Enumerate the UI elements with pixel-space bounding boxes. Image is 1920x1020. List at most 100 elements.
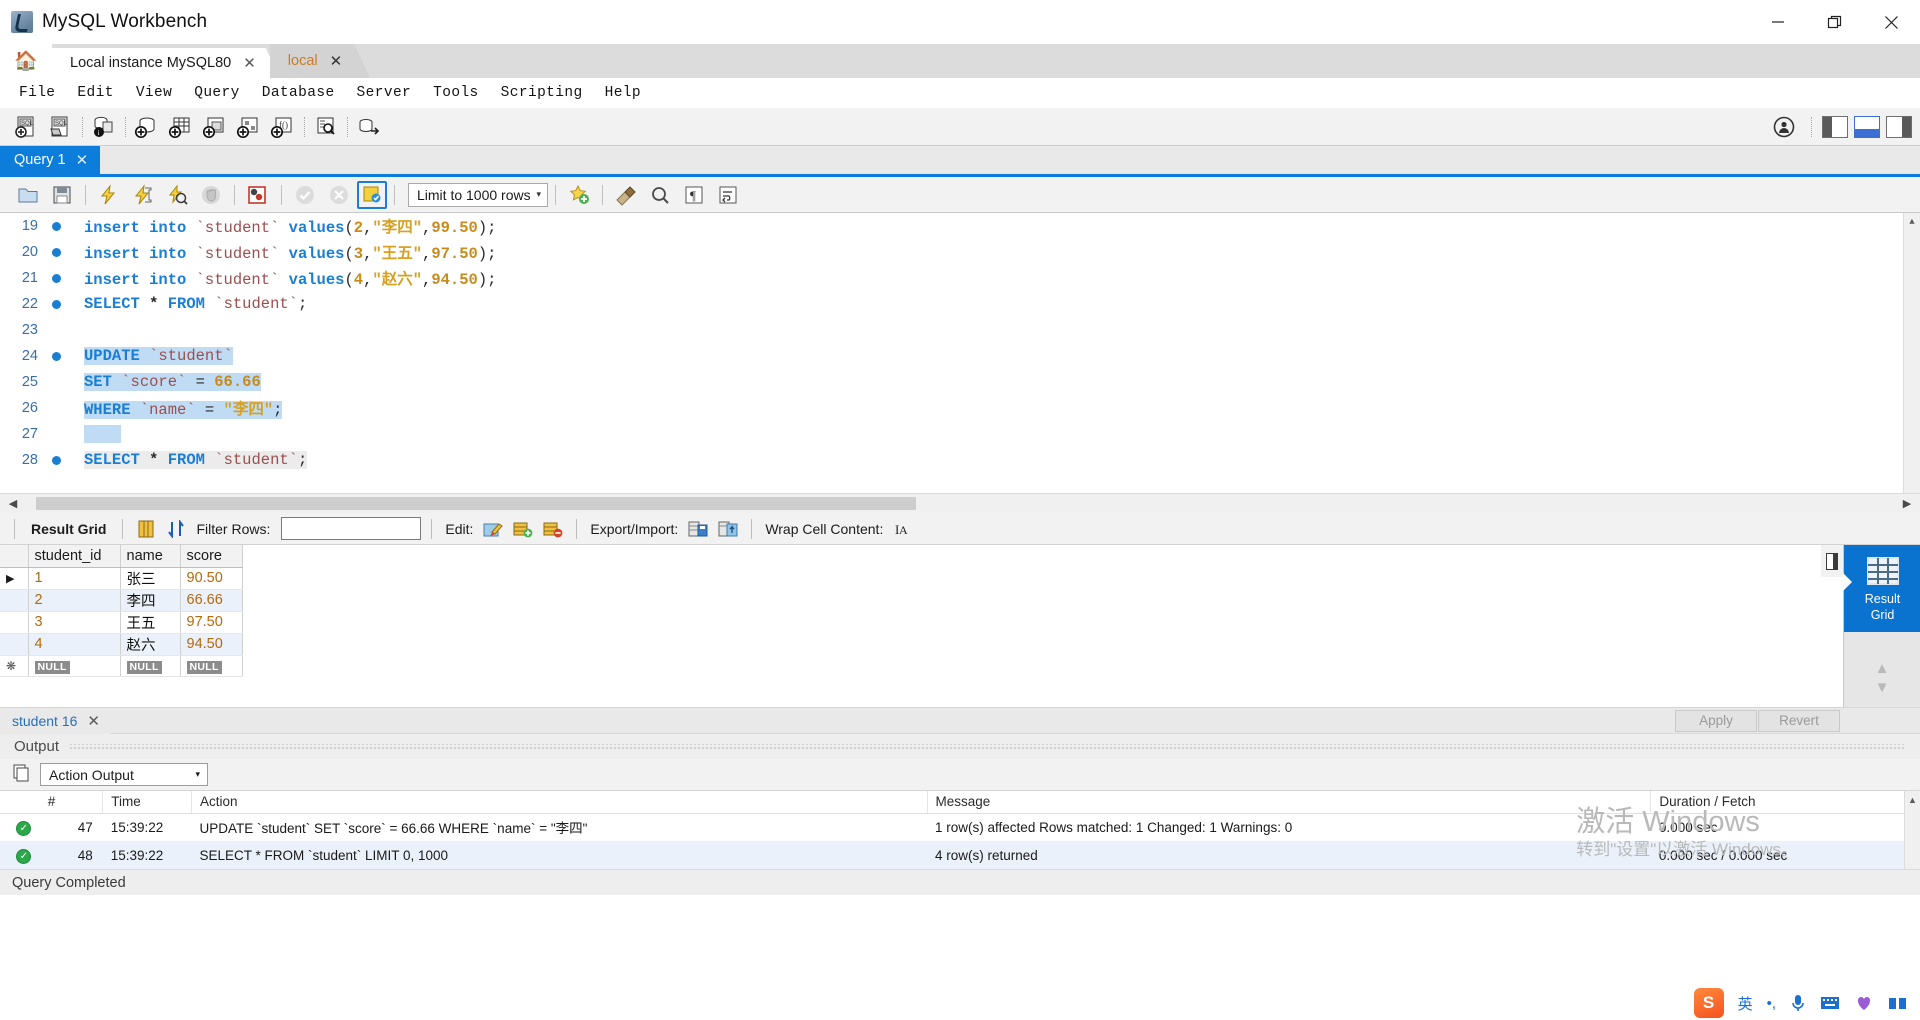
refresh-icon[interactable] [163, 517, 189, 541]
close-icon[interactable]: ✕ [76, 151, 89, 169]
grid-view-icon[interactable] [133, 517, 159, 541]
menu-file[interactable]: File [8, 82, 66, 104]
ime-language-icon[interactable]: 英 [1738, 993, 1753, 1014]
collapse-sidebar-button[interactable] [1821, 545, 1843, 577]
close-icon[interactable]: ✕ [243, 54, 256, 72]
app-tab-local-instance[interactable]: Local instance MySQL80 ✕ [52, 48, 280, 78]
editor-line[interactable]: 24 UPDATE `student` [0, 343, 1920, 369]
app-tab-local[interactable]: local ✕ [270, 44, 370, 78]
ime-punctuation-icon[interactable]: •, [1767, 995, 1776, 1012]
cell-score[interactable]: 66.66 [180, 589, 243, 612]
cell-student-id[interactable]: 4 [28, 633, 121, 656]
grid-col-score[interactable]: score [180, 545, 243, 568]
menu-database[interactable]: Database [251, 82, 346, 104]
side-panel-scroll-arrows[interactable]: ▲ ▼ [1844, 660, 1920, 696]
editor-line[interactable]: 22 SELECT * FROM `student`; [0, 291, 1920, 317]
editor-line[interactable]: 25 SET `score` = 66.66 [0, 369, 1920, 395]
insert-row-icon[interactable] [510, 517, 536, 541]
editor-line[interactable]: 20 insert into `student` values(3,"王五",97… [0, 239, 1920, 265]
people-icon[interactable] [1888, 995, 1908, 1011]
new-row[interactable]: ❋ NULL NULL NULL [0, 655, 243, 677]
cell-score-null[interactable]: NULL [180, 655, 243, 677]
home-tab[interactable]: 🏠 [0, 44, 52, 78]
heart-icon[interactable] [1854, 994, 1874, 1012]
editor-line[interactable]: 27 [0, 421, 1920, 447]
menu-server[interactable]: Server [346, 82, 423, 104]
table-row[interactable]: ▶ 1 张三 90.50 [0, 567, 243, 590]
editor-line[interactable]: 26 WHERE `name` = "李四"; [0, 395, 1920, 421]
chevron-down-icon[interactable]: ▼ [1875, 679, 1890, 696]
open-file-icon[interactable] [12, 181, 44, 209]
scroll-left-icon[interactable]: ◀ [0, 497, 26, 510]
toggle-invisible-chars-icon[interactable]: ¶ [678, 181, 710, 209]
scroll-right-icon[interactable]: ▶ [1894, 497, 1920, 510]
toggle-bottom-panel-button[interactable] [1854, 116, 1880, 138]
menu-tools[interactable]: Tools [422, 82, 490, 104]
cell-name[interactable]: 王五 [120, 611, 181, 634]
menu-help[interactable]: Help [594, 82, 652, 104]
cell-student-id[interactable]: 1 [28, 567, 121, 590]
table-row[interactable]: 3 王五 97.50 [0, 611, 243, 634]
cell-score[interactable]: 90.50 [180, 567, 243, 590]
new-sql-tab-icon[interactable]: SQL [10, 112, 44, 142]
save-file-icon[interactable] [46, 181, 78, 209]
toggle-autocommit-icon[interactable] [357, 180, 387, 209]
chevron-up-icon[interactable]: ▲ [1875, 660, 1890, 677]
revert-button[interactable]: Revert [1758, 709, 1840, 732]
query-tab-query1[interactable]: Query 1 ✕ [0, 146, 101, 174]
cell-student-id-null[interactable]: NULL [28, 655, 121, 677]
toggle-left-panel-button[interactable] [1822, 116, 1848, 138]
export-recordset-icon[interactable] [685, 517, 711, 541]
cell-name-null[interactable]: NULL [120, 655, 181, 677]
menu-view[interactable]: View [125, 82, 183, 104]
find-icon[interactable] [644, 181, 676, 209]
cell-score[interactable]: 97.50 [180, 611, 243, 634]
output-vertical-scrollbar[interactable]: ▲ [1904, 791, 1920, 869]
table-row[interactable]: 2 李四 66.66 [0, 589, 243, 612]
wrap-lines-icon[interactable] [712, 181, 744, 209]
cell-name[interactable]: 李四 [120, 589, 181, 612]
account-icon[interactable] [1767, 112, 1801, 142]
copy-icon[interactable] [12, 763, 32, 787]
grid-col-name[interactable]: name [120, 545, 181, 568]
toggle-right-panel-button[interactable] [1886, 116, 1912, 138]
grid-col-student-id[interactable]: student_id [28, 545, 121, 568]
execute-current-statement-icon[interactable] [127, 181, 159, 209]
keyboard-icon[interactable] [1820, 995, 1840, 1011]
cell-name[interactable]: 赵六 [120, 633, 181, 656]
output-type-select[interactable]: Action Output ▾ [40, 763, 208, 786]
open-sql-script-icon[interactable]: SQL [44, 112, 78, 142]
output-row[interactable]: ✓ 47 15:39:22 UPDATE `student` SET `score` … [0, 813, 1920, 841]
reconnect-dbms-icon[interactable] [352, 112, 386, 142]
beautify-sql-icon[interactable] [563, 181, 595, 209]
cell-name[interactable]: 张三 [120, 567, 181, 590]
new-table-icon[interactable] [164, 112, 198, 142]
menu-query[interactable]: Query [183, 82, 251, 104]
scroll-up-icon[interactable]: ▲ [1905, 791, 1920, 808]
cell-score[interactable]: 94.50 [180, 633, 243, 656]
output-row[interactable]: ✓ 48 15:39:22 SELECT * FROM `student` LIMIT… [0, 841, 1920, 869]
table-row[interactable]: 4 赵六 94.50 [0, 633, 243, 656]
cell-student-id[interactable]: 2 [28, 589, 121, 612]
sql-editor[interactable]: 19 insert into `student` values(2,"李四",99… [0, 213, 1920, 493]
wrap-cell-icon[interactable]: IA [890, 517, 916, 541]
editor-horizontal-scrollbar[interactable]: ◀ ▶ [0, 493, 1920, 513]
search-icon[interactable] [309, 112, 343, 142]
chevron-down-icon[interactable]: ▾ [195, 769, 200, 780]
editor-line[interactable]: 28 SELECT * FROM `student`; [0, 447, 1920, 473]
new-view-icon[interactable] [198, 112, 232, 142]
import-recordset-icon[interactable] [715, 517, 741, 541]
server-status-icon[interactable]: i [87, 112, 121, 142]
toggle-stop-on-error-icon[interactable] [242, 181, 274, 209]
editor-line[interactable]: 23 [0, 317, 1920, 343]
resultset-tab-student16[interactable]: student 16 ✕ [0, 707, 110, 734]
hscroll-thumb[interactable] [36, 497, 916, 510]
editor-line[interactable]: 21 insert into `student` values(4,"赵六",94… [0, 265, 1920, 291]
row-limit-dropdown[interactable]: Limit to 1000 rows ▾ [408, 182, 548, 207]
maximize-restore-button[interactable] [1806, 0, 1863, 44]
execute-icon[interactable] [93, 181, 125, 209]
chevron-down-icon[interactable]: ▾ [536, 189, 541, 200]
close-icon[interactable]: ✕ [330, 52, 343, 70]
side-panel-result-grid-button[interactable]: Result Grid [1843, 545, 1920, 632]
explain-icon[interactable] [161, 181, 193, 209]
